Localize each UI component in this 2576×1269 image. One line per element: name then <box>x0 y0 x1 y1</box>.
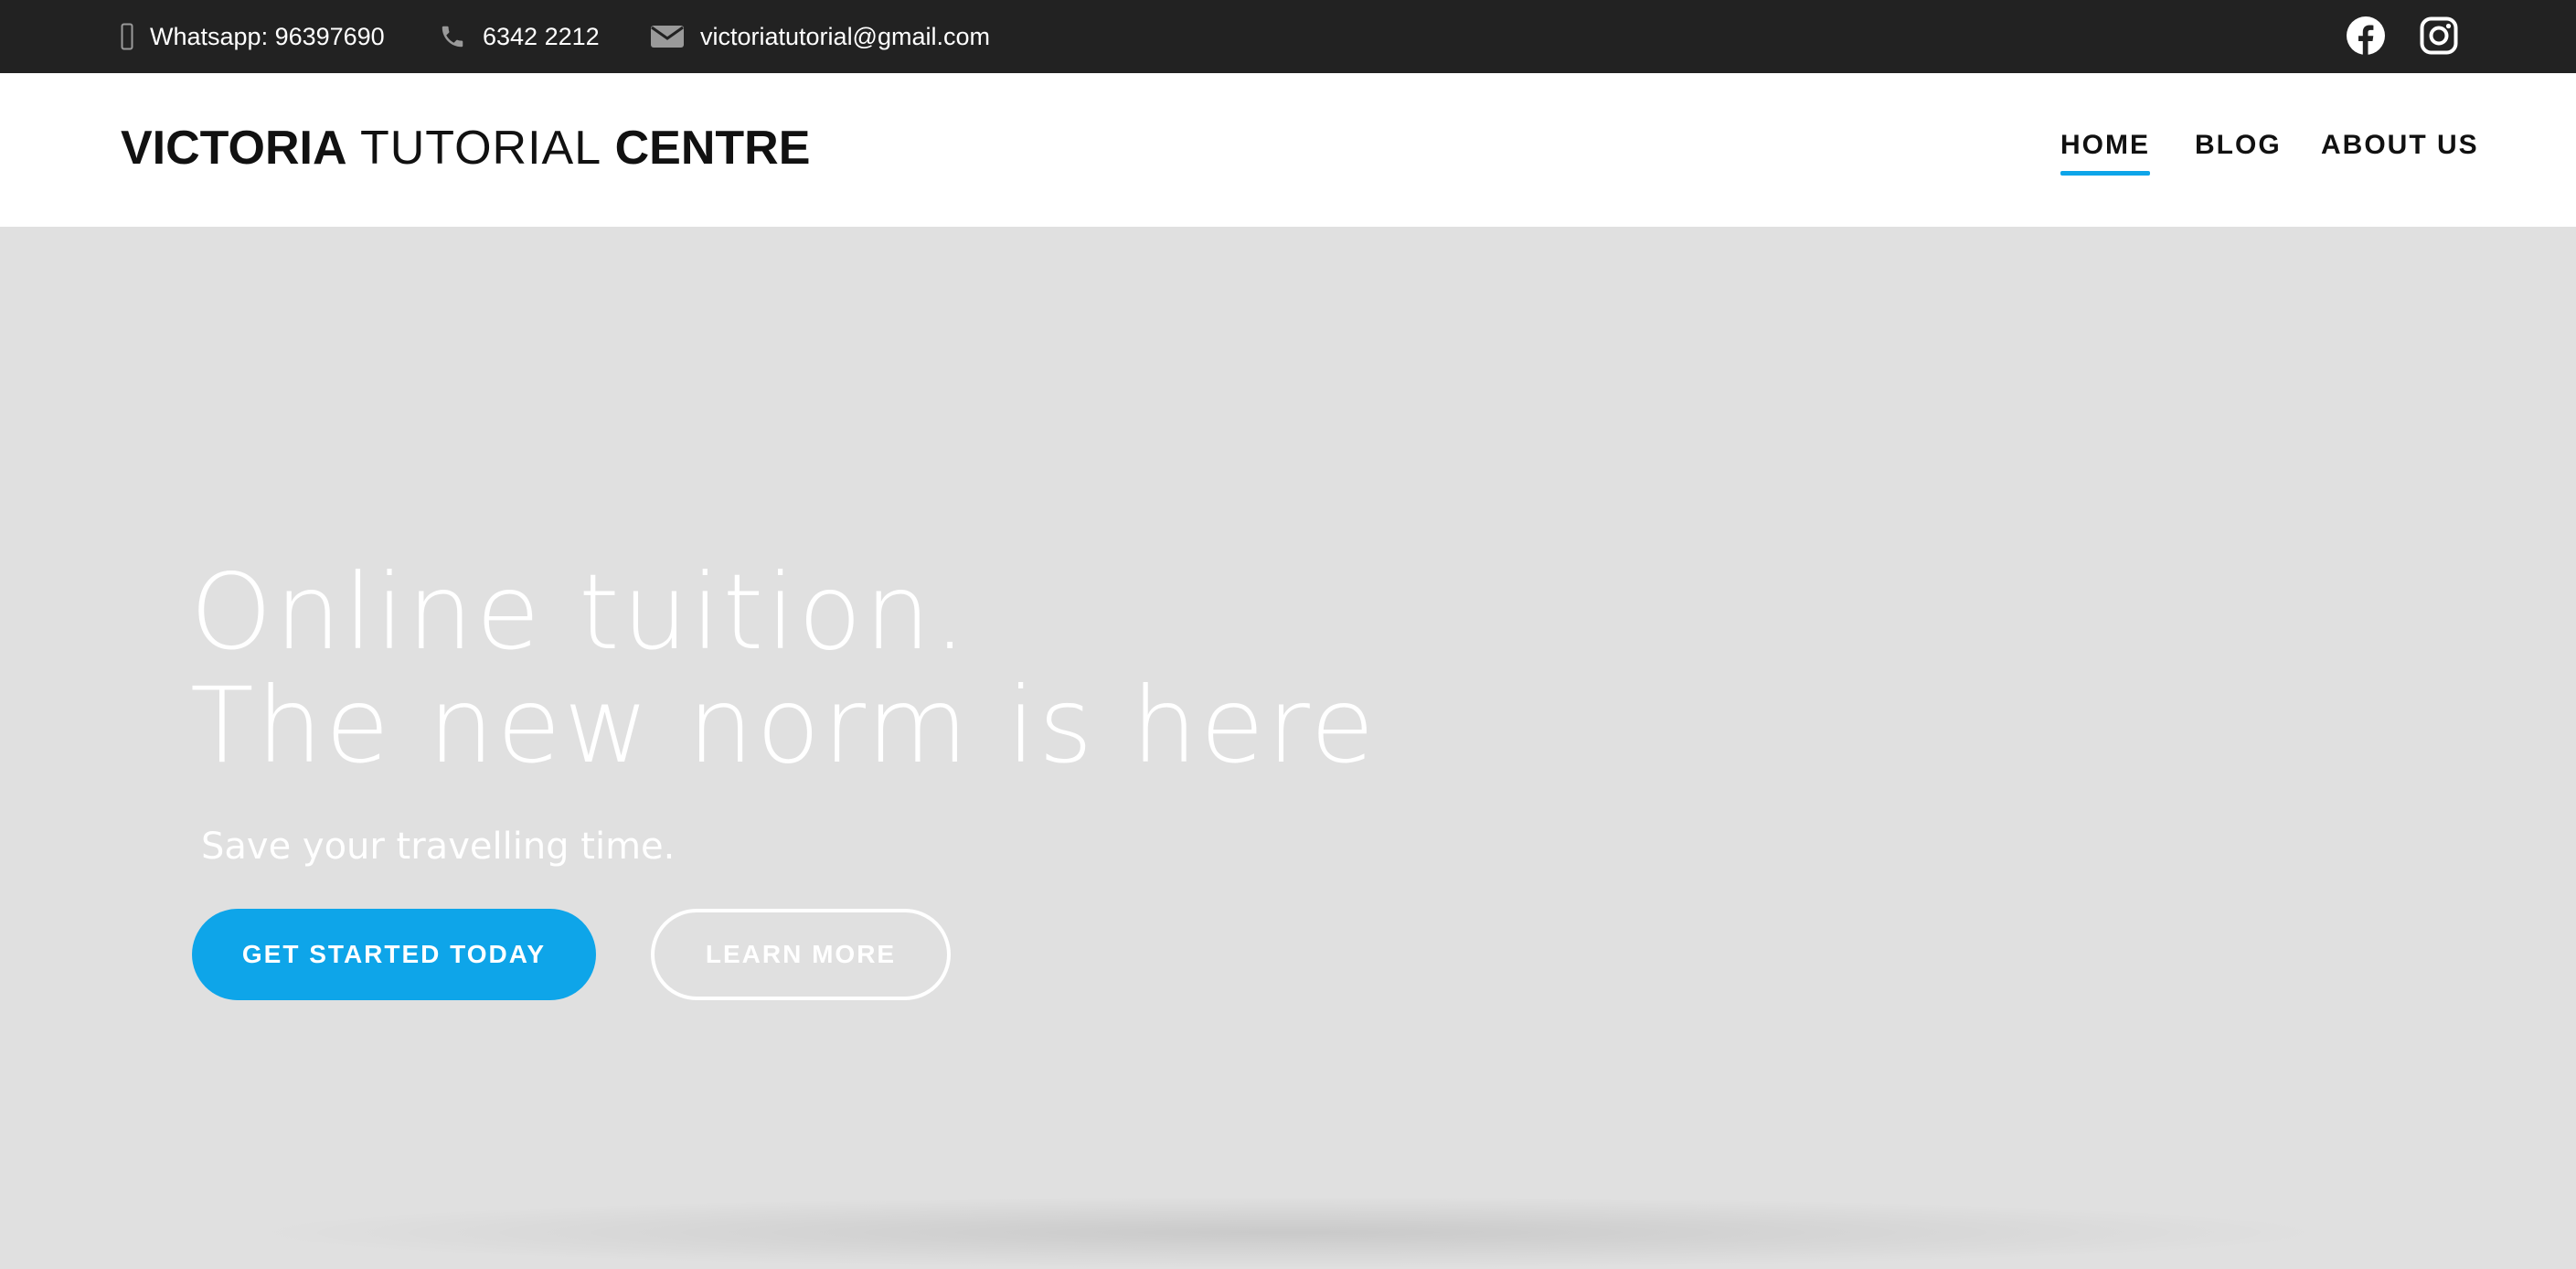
learn-more-button[interactable]: LEARN MORE <box>651 909 951 1000</box>
get-started-button[interactable]: GET STARTED TODAY <box>192 909 596 1000</box>
email-text: victoriatutorial@gmail.com <box>700 22 990 50</box>
facebook-link[interactable] <box>2346 16 2386 60</box>
brand-word-1: VICTORIA <box>121 122 347 175</box>
phone-contact[interactable]: 6342 2212 <box>439 0 600 73</box>
facebook-icon <box>2346 16 2386 60</box>
nav-blog[interactable]: BLOG <box>2195 132 2282 159</box>
mobile-phone-icon <box>121 23 133 50</box>
hero-title: Online tuition. The new norm is here <box>190 556 1377 783</box>
hero-subtitle: Save your travelling time. <box>201 826 676 868</box>
phone-text: 6342 2212 <box>483 22 600 50</box>
whatsapp-text: Whatsapp: 96397690 <box>150 22 385 50</box>
section-shadow <box>238 1196 2340 1269</box>
whatsapp-contact[interactable]: Whatsapp: 96397690 <box>121 0 385 73</box>
brand-word-2: TUTORIAL <box>359 122 602 175</box>
nav-about-us[interactable]: ABOUT US <box>2321 132 2479 159</box>
hero-section: Online tuition. The new norm is here Sav… <box>0 227 2576 1269</box>
brand-word-3: CENTRE <box>614 122 811 175</box>
hero-title-line-1: Online tuition. <box>190 551 970 673</box>
top-contact-bar: Whatsapp: 96397690 6342 2212 victoriatut… <box>0 0 2576 73</box>
site-logo[interactable]: VICTORIA TUTORIAL CENTRE <box>121 124 810 172</box>
nav-home[interactable]: HOME <box>2060 132 2150 176</box>
hero-title-line-2: The new norm is here <box>190 665 1378 786</box>
instagram-icon <box>2420 16 2458 59</box>
email-contact[interactable]: victoriatutorial@gmail.com <box>651 0 990 73</box>
site-header: VICTORIA TUTORIAL CENTRE HOME BLOG ABOUT… <box>0 73 2576 227</box>
instagram-link[interactable] <box>2419 16 2459 59</box>
phone-icon <box>439 23 466 50</box>
envelope-icon <box>651 24 684 49</box>
